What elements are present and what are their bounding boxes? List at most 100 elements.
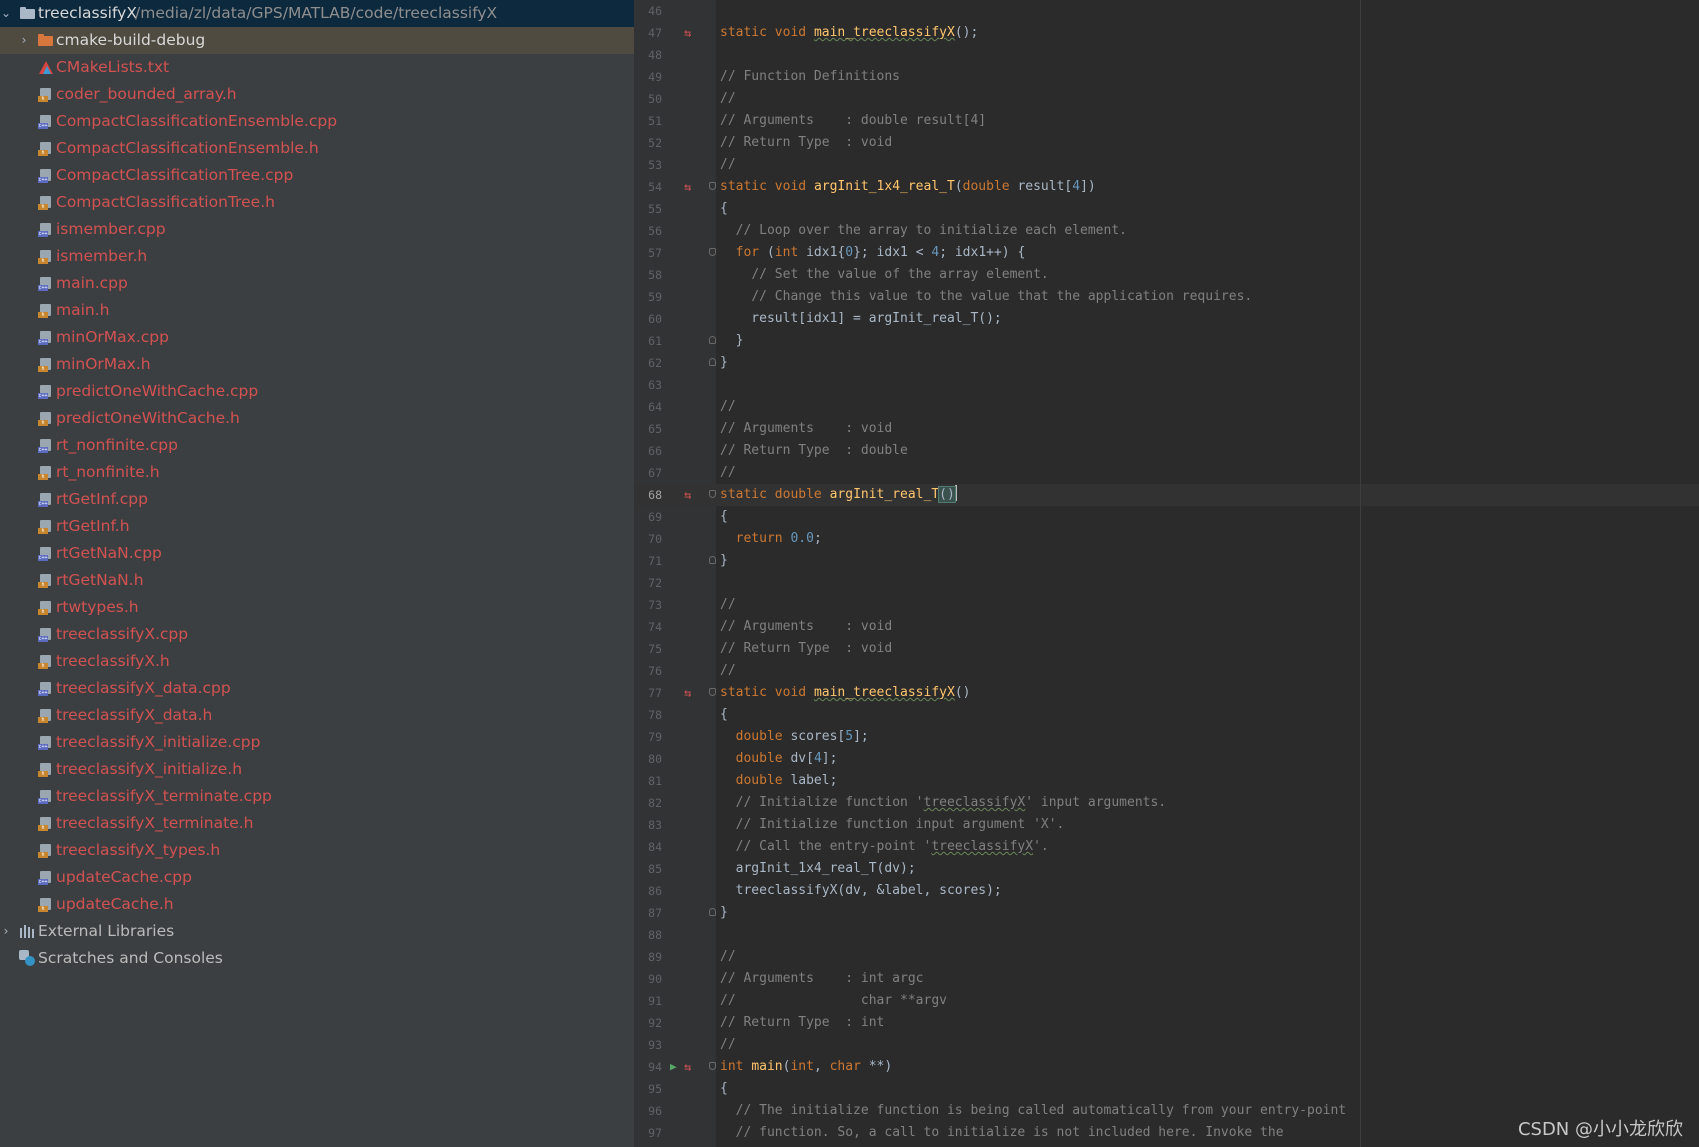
code-line[interactable]: 69 {: [634, 506, 1699, 528]
line-number[interactable]: 77: [634, 682, 662, 704]
code-line[interactable]: 48: [634, 44, 1699, 66]
tree-item-file[interactable]: h treeclassifyX.h: [0, 648, 634, 675]
fold-end-icon[interactable]: [709, 908, 716, 916]
tree-item-file[interactable]: c++ CompactClassificationEnsemble.cpp: [0, 108, 634, 135]
tree-item-file[interactable]: h predictOneWithCache.h: [0, 405, 634, 432]
tree-item-file[interactable]: c++ rtGetNaN.cpp: [0, 540, 634, 567]
code-line[interactable]: 67 //: [634, 462, 1699, 484]
line-number[interactable]: 95: [634, 1078, 662, 1100]
line-number[interactable]: 64: [634, 396, 662, 418]
fold-collapse-icon[interactable]: [709, 1062, 716, 1070]
code-line[interactable]: 89 //: [634, 946, 1699, 968]
code-line[interactable]: 55 {: [634, 198, 1699, 220]
line-number[interactable]: 62: [634, 352, 662, 374]
implementation-navigate-icon[interactable]: ⇆: [684, 1056, 691, 1078]
line-number[interactable]: 66: [634, 440, 662, 462]
tree-item-file[interactable]: h minOrMax.h: [0, 351, 634, 378]
line-number[interactable]: 82: [634, 792, 662, 814]
line-number[interactable]: 53: [634, 154, 662, 176]
implementation-navigate-icon[interactable]: ⇆: [684, 22, 691, 44]
tree-item-external-libraries[interactable]: › External Libraries: [0, 918, 634, 945]
code-line[interactable]: 49 // Function Definitions: [634, 66, 1699, 88]
line-number[interactable]: 78: [634, 704, 662, 726]
line-number[interactable]: 75: [634, 638, 662, 660]
code-line[interactable]: 85 argInit_1x4_real_T(dv);: [634, 858, 1699, 880]
code-line[interactable]: 87}: [634, 902, 1699, 924]
tree-root-row[interactable]: ⌄ treeclassifyX /media/zl/data/GPS/MATLA…: [0, 0, 634, 27]
tree-item-file[interactable]: c++ minOrMax.cpp: [0, 324, 634, 351]
tree-item-build-dir[interactable]: › cmake-build-debug: [0, 27, 634, 54]
code-line[interactable]: 63: [634, 374, 1699, 396]
tree-item-file[interactable]: c++ rt_nonfinite.cpp: [0, 432, 634, 459]
code-line[interactable]: 52 // Return Type : void: [634, 132, 1699, 154]
fold-collapse-icon[interactable]: [709, 182, 716, 190]
code-line[interactable]: 79 double scores[5];: [634, 726, 1699, 748]
code-line[interactable]: 46: [634, 0, 1699, 22]
code-line[interactable]: 54 ⇆ static void argInit_1x4_real_T(double…: [634, 176, 1699, 198]
tree-item-file[interactable]: h coder_bounded_array.h: [0, 81, 634, 108]
code-line[interactable]: 84 // Call the entry-point 'treeclassify…: [634, 836, 1699, 858]
fold-collapse-icon[interactable]: [709, 490, 716, 498]
tree-item-file[interactable]: h main.h: [0, 297, 634, 324]
tree-item-file[interactable]: h ismember.h: [0, 243, 634, 270]
line-number[interactable]: 89: [634, 946, 662, 968]
tree-item-file[interactable]: c++ treeclassifyX_data.cpp: [0, 675, 634, 702]
line-number[interactable]: 76: [634, 660, 662, 682]
tree-item-file[interactable]: c++ treeclassifyX.cpp: [0, 621, 634, 648]
code-line[interactable]: 72: [634, 572, 1699, 594]
code-line[interactable]: 82 // Initialize function 'treeclassifyX…: [634, 792, 1699, 814]
line-number[interactable]: 94: [634, 1056, 662, 1078]
tree-item-file[interactable]: c++ treeclassifyX_initialize.cpp: [0, 729, 634, 756]
code-editor[interactable]: 46 47 ⇆ static void main_treeclassifyX(); 48…: [634, 0, 1699, 1147]
code-line[interactable]: 76 //: [634, 660, 1699, 682]
chevron-right-icon[interactable]: ›: [0, 918, 12, 945]
code-line[interactable]: 65 // Arguments : void: [634, 418, 1699, 440]
tree-item-file[interactable]: h treeclassifyX_terminate.h: [0, 810, 634, 837]
line-number[interactable]: 91: [634, 990, 662, 1012]
code-line[interactable]: 86 treeclassifyX(dv, &label, scores);: [634, 880, 1699, 902]
implementation-navigate-icon[interactable]: ⇆: [684, 176, 691, 198]
line-number[interactable]: 71: [634, 550, 662, 572]
tree-item-file[interactable]: c++ main.cpp: [0, 270, 634, 297]
line-number[interactable]: 63: [634, 374, 662, 396]
tree-item-file[interactable]: h updateCache.h: [0, 891, 634, 918]
line-number[interactable]: 54: [634, 176, 662, 198]
code-line[interactable]: 91 // char **argv: [634, 990, 1699, 1012]
code-line[interactable]: 70 return 0.0;: [634, 528, 1699, 550]
code-line[interactable]: 93 //: [634, 1034, 1699, 1056]
code-line[interactable]: 59 // Change this value to the value tha…: [634, 286, 1699, 308]
fold-end-icon[interactable]: [709, 358, 716, 366]
code-line[interactable]: 83 // Initialize function input argument…: [634, 814, 1699, 836]
code-line[interactable]: 74 // Arguments : void: [634, 616, 1699, 638]
tree-item-file[interactable]: h rtGetInf.h: [0, 513, 634, 540]
code-line[interactable]: 64 //: [634, 396, 1699, 418]
code-line[interactable]: 71}: [634, 550, 1699, 572]
line-number[interactable]: 87: [634, 902, 662, 924]
code-line[interactable]: 75 // Return Type : void: [634, 638, 1699, 660]
tree-item-file[interactable]: h treeclassifyX_data.h: [0, 702, 634, 729]
line-number[interactable]: 83: [634, 814, 662, 836]
line-number[interactable]: 59: [634, 286, 662, 308]
line-number[interactable]: 85: [634, 858, 662, 880]
line-number[interactable]: 55: [634, 198, 662, 220]
line-number[interactable]: 92: [634, 1012, 662, 1034]
tree-item-scratches[interactable]: Scratches and Consoles: [0, 945, 634, 972]
chevron-right-icon[interactable]: ›: [18, 27, 30, 54]
line-number[interactable]: 56: [634, 220, 662, 242]
tree-item-file[interactable]: c++ updateCache.cpp: [0, 864, 634, 891]
line-number[interactable]: 79: [634, 726, 662, 748]
tree-item-file[interactable]: h CompactClassificationTree.h: [0, 189, 634, 216]
line-number[interactable]: 65: [634, 418, 662, 440]
code-line[interactable]: 77 ⇆ static void main_treeclassifyX(): [634, 682, 1699, 704]
tree-item-file[interactable]: h rt_nonfinite.h: [0, 459, 634, 486]
run-icon[interactable]: ▶: [670, 1056, 677, 1078]
code-line[interactable]: 53 //: [634, 154, 1699, 176]
tree-item-file[interactable]: c++ rtGetInf.cpp: [0, 486, 634, 513]
line-number[interactable]: 46: [634, 0, 662, 22]
tree-item-file[interactable]: c++ CompactClassificationTree.cpp: [0, 162, 634, 189]
chevron-down-icon[interactable]: ⌄: [0, 0, 12, 27]
implementation-navigate-icon[interactable]: ⇆: [684, 682, 691, 704]
code-line[interactable]: 68 ⇆ static double argInit_real_T(): [634, 484, 1699, 506]
line-number[interactable]: 96: [634, 1100, 662, 1122]
line-number[interactable]: 70: [634, 528, 662, 550]
